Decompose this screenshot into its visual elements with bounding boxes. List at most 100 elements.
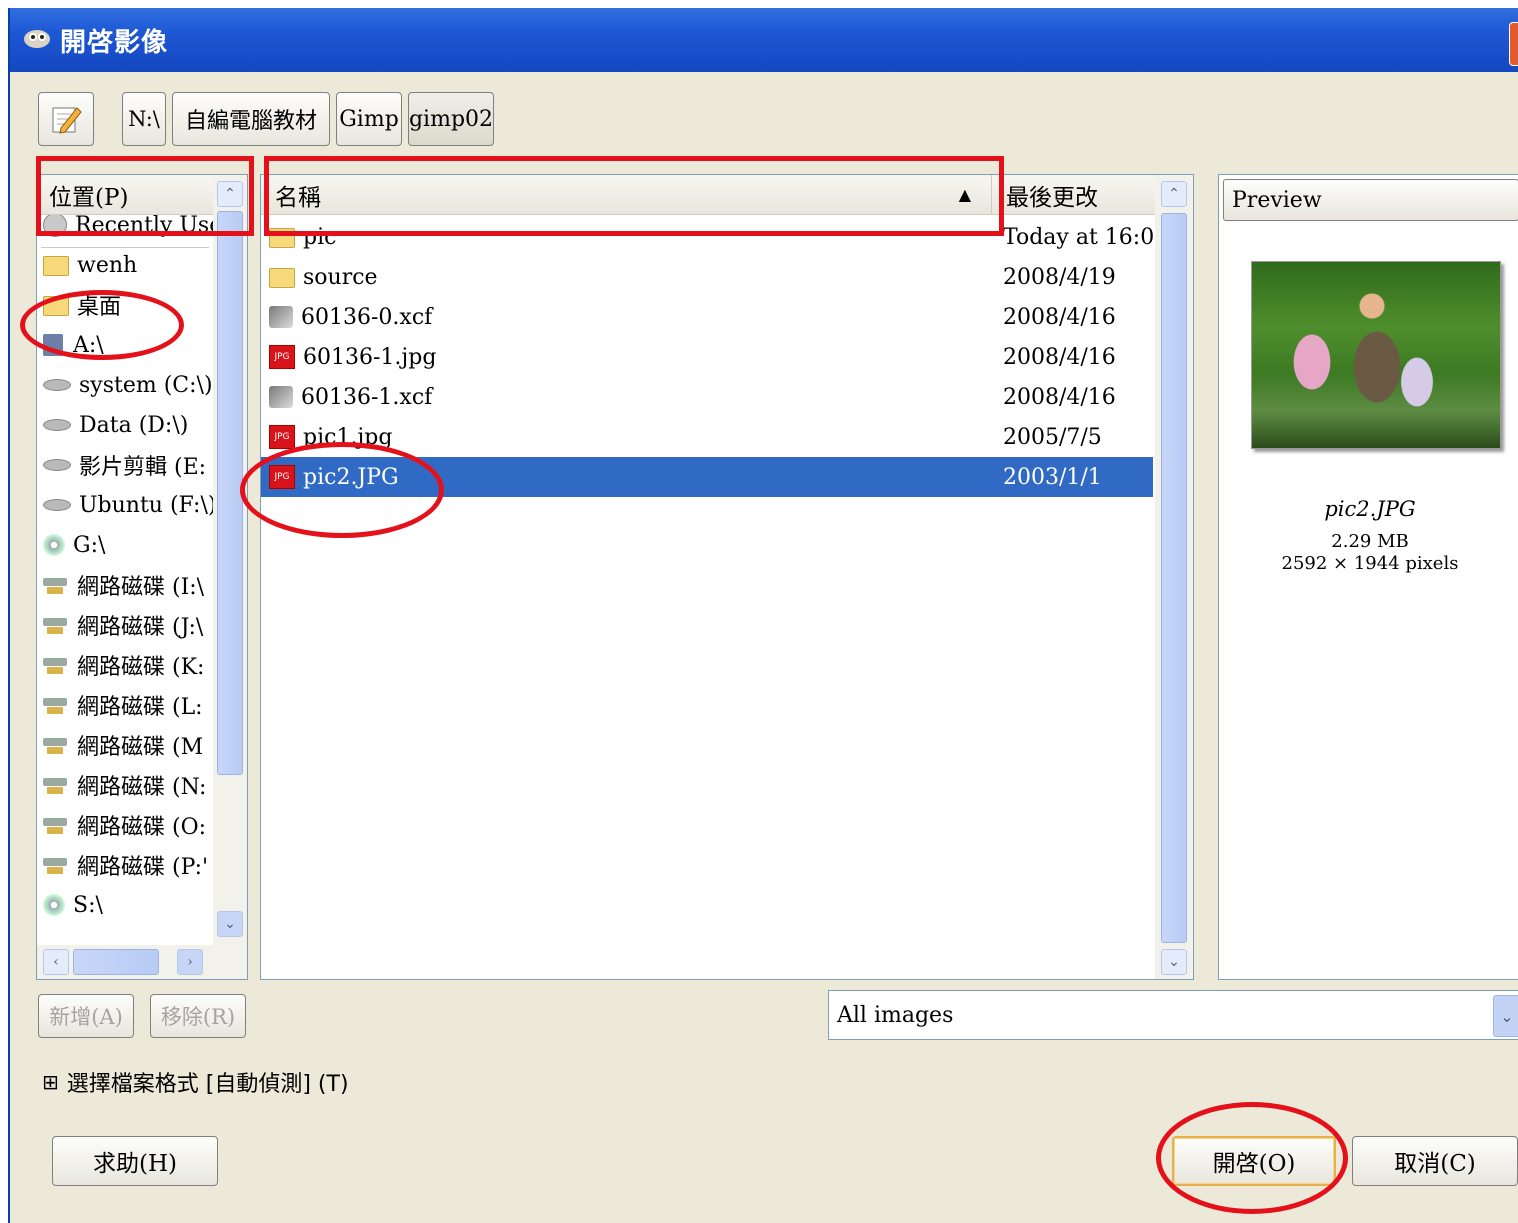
files-scroll-down-icon[interactable]: ⌄ <box>1161 949 1187 975</box>
close-button[interactable] <box>1509 22 1518 66</box>
place-item[interactable]: 網路磁碟 (M <box>43 725 203 765</box>
scroll-right-icon[interactable]: › <box>177 949 203 975</box>
places-hscroll-thumb[interactable] <box>73 949 159 975</box>
place-item[interactable]: 網路磁碟 (P:' <box>43 845 208 885</box>
drive-icon <box>43 379 71 391</box>
file-row[interactable]: 60136-0.xcf 2008/4/16 <box>261 297 1153 337</box>
files-scrollbar[interactable]: ⌃ ⌄ <box>1155 175 1193 979</box>
path-segment-folder[interactable]: 自編電腦教材 <box>172 92 330 146</box>
file-row[interactable]: 60136-1.xcf 2008/4/16 <box>261 377 1153 417</box>
place-item[interactable]: 網路磁碟 (N: <box>43 765 206 805</box>
name-column-label: 名稱 <box>275 184 321 211</box>
place-item[interactable]: Recently Used <box>43 215 213 245</box>
file-modified-date: Today at 16:00 <box>1003 224 1169 250</box>
place-item[interactable]: Ubuntu (F:\) <box>43 485 213 525</box>
remove-bookmark-button[interactable]: 移除(R) <box>150 994 246 1038</box>
place-item[interactable]: 網路磁碟 (I:\ <box>43 565 204 605</box>
network-drive-icon <box>43 775 67 795</box>
window-title: 開啓影像 <box>60 28 169 58</box>
folder-icon <box>43 256 69 276</box>
name-column-header[interactable]: 名稱 ▲ <box>261 175 991 215</box>
place-item-label: S:\ <box>73 892 103 918</box>
file-row[interactable]: JPG pic1.jpg 2005/7/5 <box>261 417 1153 457</box>
place-item-label: 網路磁碟 (J:\ <box>77 615 204 640</box>
open-button[interactable]: 開啓(O) <box>1172 1136 1336 1186</box>
path-segment-current[interactable]: gimp02 <box>408 92 494 146</box>
place-item[interactable]: system (C:\) <box>43 365 213 405</box>
file-name: 60136-1.jpg <box>303 344 437 370</box>
file-modified-date: 2008/4/19 <box>1003 264 1116 290</box>
place-item[interactable]: 網路磁碟 (L: <box>43 685 203 725</box>
files-scroll-thumb[interactable] <box>1161 213 1187 943</box>
file-name: source <box>303 264 378 290</box>
network-drive-icon <box>43 615 67 635</box>
file-name-cell: 60136-1.xcf <box>269 377 432 417</box>
scroll-left-icon[interactable]: ‹ <box>43 949 69 975</box>
file-name-cell: JPG pic2.JPG <box>269 457 399 497</box>
place-item-label: 網路磁碟 (P:' <box>77 855 209 880</box>
place-item-label: system (C:\) <box>79 372 213 398</box>
place-item[interactable]: A:\ <box>43 325 104 365</box>
jpg-icon: JPG <box>269 425 295 449</box>
dropdown-arrow-icon[interactable]: ⌄ <box>1493 995 1518 1037</box>
file-name: 60136-0.xcf <box>301 304 433 330</box>
drive-icon <box>43 499 71 511</box>
place-item-label: Ubuntu (F:\) <box>79 492 213 518</box>
file-modified-date: 2005/7/5 <box>1003 424 1102 450</box>
file-name-cell: source <box>269 257 378 297</box>
preview-dimensions: 2592 × 1944 pixels <box>1281 553 1459 574</box>
help-button[interactable]: 求助(H) <box>52 1136 218 1186</box>
file-name: pic <box>303 224 337 250</box>
place-item[interactable]: 影片剪輯 (E: <box>43 445 206 485</box>
places-scrollbar[interactable]: ⌃ ⌄ <box>213 175 247 945</box>
place-item[interactable]: S:\ <box>43 885 103 925</box>
file-row[interactable]: pic Today at 16:00 <box>261 217 1168 257</box>
path-segment-n-drive[interactable]: N:\ <box>122 92 166 146</box>
title-bar[interactable]: 開啓影像 <box>10 8 1518 72</box>
place-item-label: 網路磁碟 (O: <box>77 815 207 840</box>
place-item[interactable]: Data (D:\) <box>43 405 188 445</box>
drive-icon <box>43 459 71 471</box>
gimp-app-icon <box>24 30 50 48</box>
place-item-label: 影片剪輯 (E: <box>79 455 207 480</box>
folder-icon <box>269 268 295 288</box>
place-item[interactable]: 網路磁碟 (J:\ <box>43 605 203 645</box>
edit-location-button[interactable] <box>38 92 94 146</box>
open-image-dialog: 開啓影像 N:\ 自編電腦教材 Gimp gimp02 位置(P) Recent… <box>8 8 1518 1223</box>
place-item[interactable]: G:\ <box>43 525 105 565</box>
expand-plus-icon[interactable]: ⊞ <box>42 1070 59 1094</box>
place-item-label: 桌面 <box>77 295 122 320</box>
xcf-icon <box>269 306 293 328</box>
cancel-button[interactable]: 取消(C) <box>1352 1136 1518 1186</box>
file-row[interactable]: JPG 60136-1.jpg 2008/4/16 <box>261 337 1153 377</box>
file-type-expander[interactable]: ⊞ 選擇檔案格式 [自動偵測] (T) <box>42 1066 349 1098</box>
place-item-label: Recently Used <box>75 215 213 238</box>
place-item[interactable]: 網路磁碟 (K: <box>43 645 204 685</box>
place-item[interactable]: wenh <box>43 245 137 285</box>
place-item[interactable]: 桌面 <box>43 285 121 325</box>
preview-button[interactable]: Preview <box>1223 179 1518 221</box>
modified-column-header[interactable]: 最後更改 <box>991 175 1155 215</box>
network-drive-icon <box>43 855 67 875</box>
file-filter-select[interactable]: All images ⌄ <box>828 990 1518 1040</box>
scroll-down-icon[interactable]: ⌄ <box>217 911 243 937</box>
scroll-up-icon[interactable]: ⌃ <box>217 181 243 207</box>
files-scroll-up-icon[interactable]: ⌃ <box>1161 181 1187 207</box>
file-row[interactable]: JPG pic2.JPG 2003/1/1 <box>261 457 1153 497</box>
file-row[interactable]: source 2008/4/19 <box>261 257 1153 297</box>
places-header[interactable]: 位置(P) <box>37 175 213 215</box>
place-item[interactable]: 網路磁碟 (O: <box>43 805 206 845</box>
jpg-icon: JPG <box>269 465 295 489</box>
path-segment-gimp[interactable]: Gimp <box>336 92 402 146</box>
network-drive-icon <box>43 815 67 835</box>
place-item-label: 網路磁碟 (K: <box>77 655 205 680</box>
add-bookmark-button[interactable]: 新增(A) <box>38 994 134 1038</box>
folder-icon <box>269 228 295 248</box>
file-modified-date: 2003/1/1 <box>1003 464 1102 490</box>
place-item-label: wenh <box>77 252 138 278</box>
file-rows: pic Today at 16:00 source 2008/4/19 60136-0.… <box>261 215 1168 975</box>
places-scroll-thumb[interactable] <box>217 211 243 775</box>
places-hscrollbar[interactable]: ‹ › <box>37 945 247 979</box>
file-modified-date: 2008/4/16 <box>1003 384 1116 410</box>
file-name: pic2.JPG <box>303 464 399 490</box>
